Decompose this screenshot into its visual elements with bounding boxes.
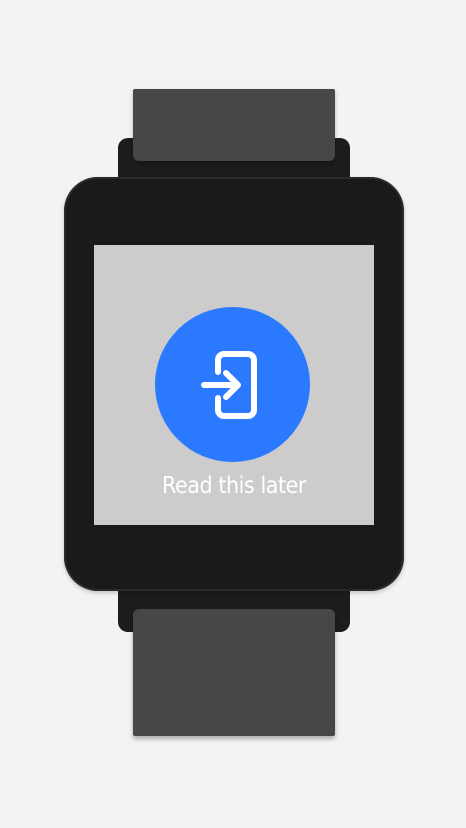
- read-later-button[interactable]: [155, 307, 310, 462]
- sign-in-icon: [200, 350, 257, 419]
- watch-stage: Read this later: [0, 0, 466, 828]
- watch-band-top: [133, 89, 335, 161]
- watch-band-bottom: [133, 609, 335, 736]
- read-later-label: Read this later: [162, 473, 306, 499]
- watch-screen: Read this later: [94, 245, 374, 525]
